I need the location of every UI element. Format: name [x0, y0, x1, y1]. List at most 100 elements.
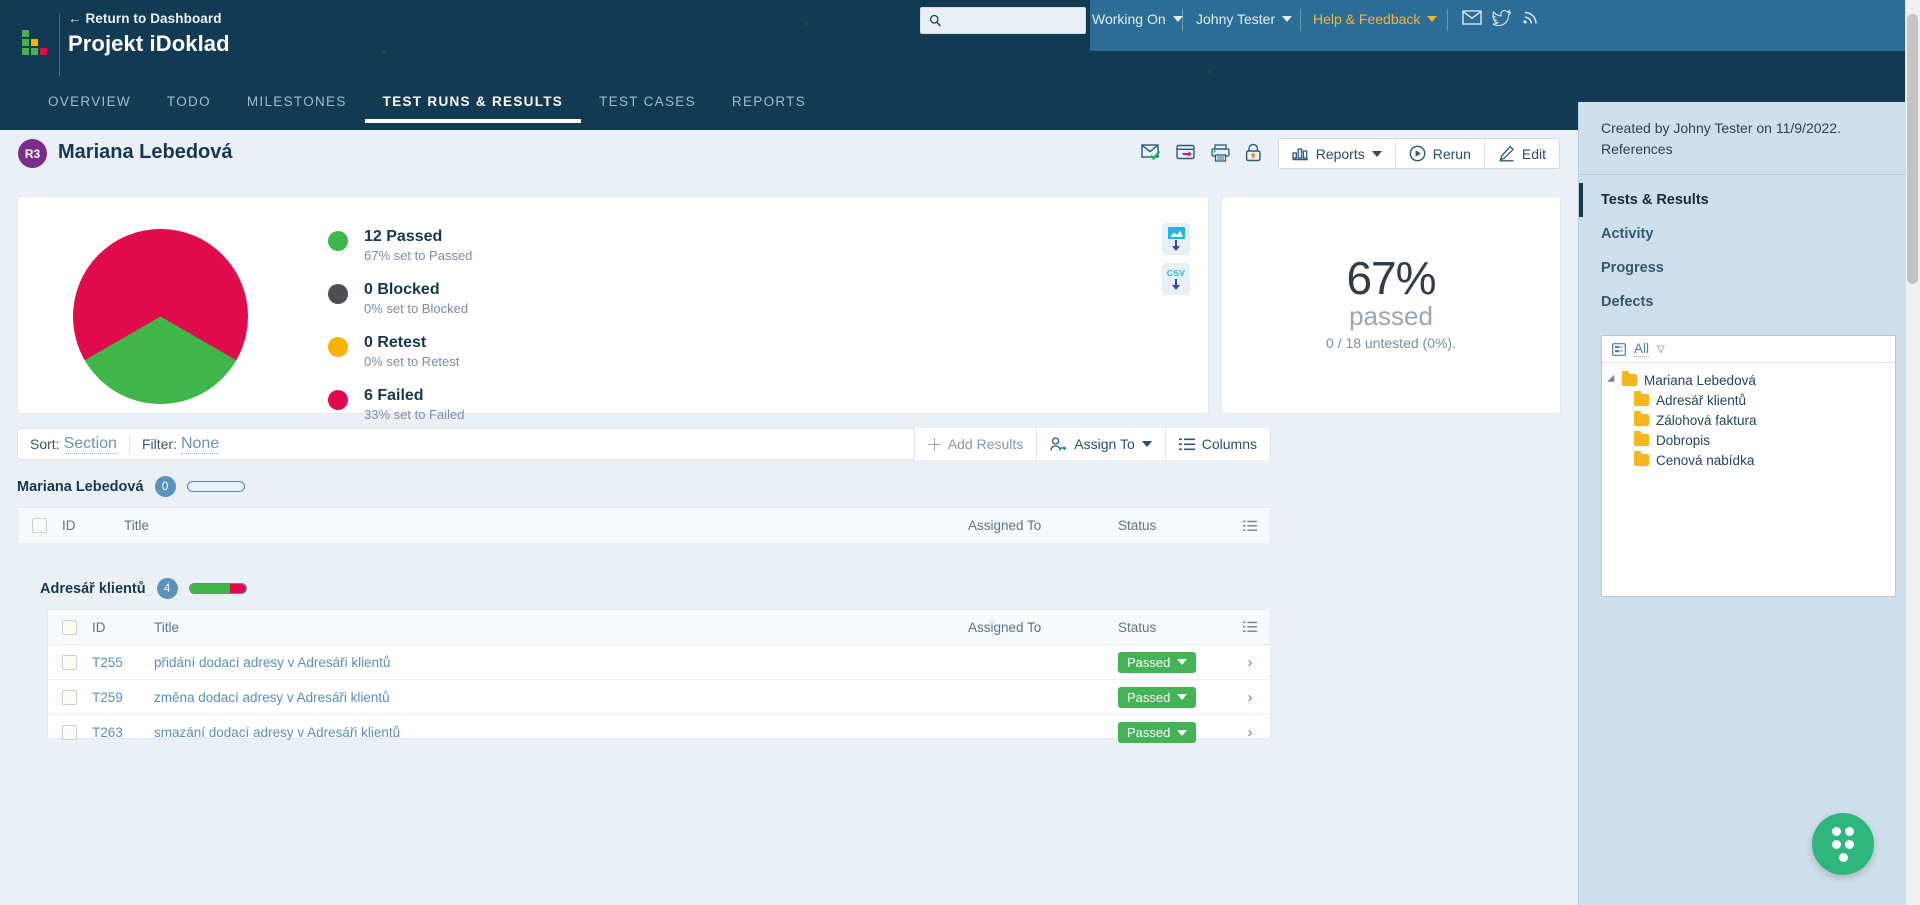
pass-rate-word: passed [1349, 301, 1433, 331]
legend-sub-label: 33% set to Failed [364, 407, 465, 422]
tree-node-zalohova-faktura[interactable]: Zálohová faktura [1610, 410, 1895, 430]
test-title-link[interactable]: změna dodací adresy v Adresáři klientů [154, 690, 968, 705]
status-badge[interactable]: Passed [1118, 686, 1197, 708]
col-title: Title [124, 518, 150, 533]
tree-node-adresar-klientu[interactable]: Adresář klientů [1610, 390, 1895, 410]
run-meta-block: Created by Johny Tester on 11/9/2022. Re… [1579, 102, 1920, 175]
chevron-down-icon[interactable]: ▽ [1657, 344, 1665, 355]
tab-milestones[interactable]: MILESTONES [229, 86, 365, 123]
columns-icon [1243, 520, 1257, 531]
column-settings-button[interactable] [1230, 520, 1270, 532]
table-row[interactable]: T259 změna dodací adresy v Adresáři klie… [48, 680, 1270, 715]
rerun-button[interactable]: Rerun [1396, 139, 1485, 168]
test-title-link[interactable]: smazání dodací adresy v Adresáři klientů [154, 725, 968, 740]
expand-triangle-icon[interactable] [1607, 374, 1618, 386]
working-on-label: Working On [1092, 11, 1166, 27]
table-row[interactable]: T255 přidání dodací adresy v Adresáři kl… [48, 645, 1270, 680]
test-id-link[interactable]: T263 [92, 725, 154, 740]
select-all-checkbox[interactable] [62, 619, 77, 635]
tree-filter-all-link[interactable]: All [1634, 341, 1650, 357]
export-icon[interactable] [1176, 144, 1197, 166]
columns-icon [1243, 621, 1257, 632]
legend-count-label: 12 Passed [364, 228, 443, 245]
tree-node-cenova-nabidka[interactable]: Cenová nabídka [1610, 450, 1895, 470]
reports-button[interactable]: Reports [1279, 139, 1396, 168]
search-box[interactable] [920, 7, 1086, 34]
scrollbar-thumb[interactable] [1907, 14, 1918, 284]
columns-button[interactable]: Columns [1164, 428, 1270, 460]
plus-icon [927, 437, 941, 451]
row-checkbox[interactable] [62, 725, 77, 740]
sidebar-item-activity[interactable]: Activity [1579, 217, 1920, 251]
run-toolbar-buttons: Reports Rerun Edit [1277, 138, 1560, 169]
section-header-mariana[interactable]: Mariana Lebedová 0 [17, 476, 245, 497]
section-count-badge: 0 [154, 476, 176, 497]
row-expand-arrow-icon[interactable]: › [1248, 654, 1253, 671]
tree-node-label: Dobropis [1656, 432, 1711, 448]
lock-icon[interactable] [1245, 143, 1262, 167]
tree-node-label: Adresář klientů [1656, 392, 1747, 408]
download-arrow-icon [1172, 239, 1180, 251]
column-settings-button[interactable] [1230, 621, 1270, 633]
bar-chart-icon [1292, 148, 1308, 161]
row-checkbox[interactable] [62, 654, 77, 670]
tab-test-runs-results[interactable]: TEST RUNS & RESULTS [364, 86, 582, 123]
tab-test-cases[interactable]: TEST CASES [581, 86, 714, 123]
sidebar-item-tests-results[interactable]: Tests & Results [1579, 183, 1920, 217]
rss-icon[interactable] [1523, 10, 1539, 31]
working-on-menu[interactable]: Working On [1092, 11, 1183, 27]
help-feedback-menu[interactable]: Help & Feedback [1313, 11, 1438, 27]
col-assigned-to: Assigned To [968, 619, 1042, 635]
return-to-dashboard-link[interactable]: ← Return to Dashboard [68, 11, 222, 26]
section-name: Mariana Lebedová [17, 478, 144, 495]
twitter-icon[interactable] [1492, 9, 1512, 31]
apps-fab[interactable] [1812, 813, 1874, 875]
table-header-row: ID Title Assigned To Status [18, 508, 1270, 543]
columns-icon [1178, 438, 1195, 450]
folder-icon [1634, 391, 1649, 406]
assign-to-button[interactable]: Assign To [1036, 428, 1165, 460]
page-scrollbar[interactable] [1905, 0, 1920, 905]
test-id-link[interactable]: T259 [92, 690, 154, 705]
col-status: Status [1118, 518, 1157, 533]
row-checkbox[interactable] [62, 689, 77, 705]
mail-icon[interactable] [1462, 10, 1482, 30]
csv-download-button[interactable]: CSV [1162, 263, 1190, 295]
sidebar-item-progress[interactable]: Progress [1579, 251, 1920, 285]
tree-node-dobropis[interactable]: Dobropis [1610, 430, 1895, 450]
tree-toggle-icon[interactable] [1612, 342, 1626, 356]
table-row[interactable]: T263 smazání dodací adresy v Adresáři kl… [48, 715, 1270, 750]
search-input[interactable] [947, 13, 1077, 28]
test-id-link[interactable]: T255 [92, 655, 154, 670]
status-badge[interactable]: Passed [1118, 651, 1197, 673]
app-logo-icon[interactable] [22, 30, 48, 56]
email-notify-icon[interactable] [1141, 144, 1162, 166]
tab-overview[interactable]: OVERVIEW [30, 86, 149, 123]
print-icon[interactable] [1211, 143, 1231, 167]
help-feedback-label: Help & Feedback [1313, 11, 1421, 27]
user-menu[interactable]: Johny Tester [1196, 11, 1293, 27]
edit-button[interactable]: Edit [1485, 139, 1559, 168]
tab-todo[interactable]: TODO [149, 86, 229, 123]
sidebar-nav: Tests & Results Activity Progress Defect… [1579, 175, 1920, 325]
legend-count-label: 0 Retest [364, 334, 427, 351]
test-title-link[interactable]: přidání dodací adresy v Adresáři klientů [154, 655, 968, 670]
results-summary-card: 12 Passed 67% set to Passed 0 Blocked 0%… [17, 196, 1209, 422]
sidebar-item-defects[interactable]: Defects [1579, 285, 1920, 319]
status-badge[interactable]: Passed [1118, 722, 1197, 743]
row-expand-arrow-icon[interactable]: › [1248, 724, 1253, 741]
row-expand-arrow-icon[interactable]: › [1248, 689, 1253, 706]
chevron-down-icon [1177, 659, 1188, 665]
legend-item-failed: 6 Failed 33% set to Failed [328, 386, 472, 424]
add-results-button[interactable]: Add Results [913, 428, 1037, 460]
select-all-checkbox[interactable] [32, 518, 47, 533]
image-download-button[interactable] [1162, 223, 1190, 255]
legend-sub-label: 67% set to Passed [364, 248, 473, 263]
section-header-adresar[interactable]: Adresář klientů 4 [40, 578, 247, 599]
tree-node-label: Mariana Lebedová [1644, 372, 1756, 388]
tree-node-root[interactable]: Mariana Lebedová [1607, 370, 1895, 390]
filter-value-link[interactable]: None [180, 435, 220, 454]
sort-value-link[interactable]: Section [63, 435, 117, 454]
tab-reports[interactable]: REPORTS [714, 86, 824, 123]
tree-toolbar: All ▽ [1602, 336, 1895, 363]
